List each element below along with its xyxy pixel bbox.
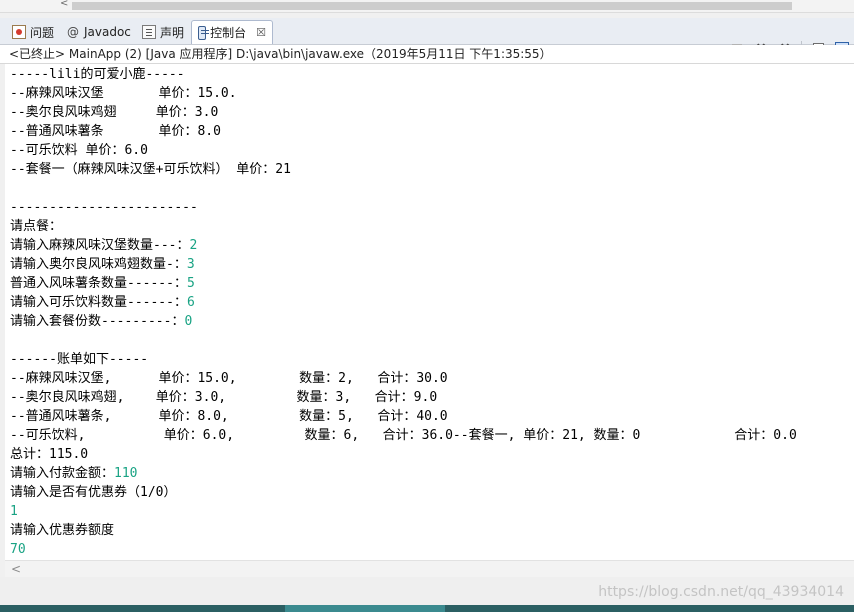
view-tab-bar: 问题 @ Javadoc 声明 控制台 ☒ ✖ ✖ [0, 18, 854, 58]
console-line: ------------------------ [10, 198, 198, 217]
console-line: --奥尔良风味鸡翅 单价：3.0 [10, 103, 218, 122]
console-line: 1 [10, 502, 18, 521]
console-text: 请输入优惠券额度 [10, 523, 115, 538]
console-line: 总计：115.0 [10, 445, 88, 464]
tab-label: 问题 [30, 25, 55, 40]
console-text: --奥尔良风味鸡翅 单价：3.0 [10, 105, 219, 120]
console-line: 请输入优惠券额度 [10, 521, 114, 540]
console-user-input: 5 [186, 276, 195, 291]
console-user-input: 0 [184, 314, 193, 329]
console-text: --麻辣风味汉堡 单价：15.0. [10, 86, 237, 101]
console-text: 请输入奥尔良风味鸡翅数量-： [10, 257, 187, 272]
tab-console[interactable]: 控制台 ☒ [191, 20, 273, 44]
console-user-input: 6 [186, 295, 195, 310]
console-user-input: 70 [10, 542, 26, 557]
javadoc-icon: @ [67, 25, 79, 39]
scrollbar-thumb[interactable] [72, 2, 792, 10]
console-user-input: 2 [189, 238, 198, 253]
console-line: 请输入套餐份数---------：0 [10, 312, 192, 331]
console-line: 70 [10, 540, 26, 559]
console-process-label: <已终止> MainApp (2) [Java 应用程序] D:\java\bi… [0, 45, 854, 64]
console-text: 请点餐： [10, 219, 63, 234]
tab-label: 声明 [160, 25, 185, 40]
console-text: --奥尔良风味鸡翅, 单价：3.0, 数量：3, 合计：9.0 [10, 390, 438, 405]
console-text: --普通风味薯条, 单价：8.0, 数量：5, 合计：40.0 [10, 409, 448, 424]
scroll-left-icon[interactable]: < [11, 561, 21, 577]
console-line: 请点餐： [10, 217, 62, 236]
taskbar-item[interactable] [285, 605, 445, 612]
console-line: --普通风味薯条 单价：8.0 [10, 122, 221, 141]
console-text: --可乐饮料, 单价：6.0, 数量：6, 合计：36.0--套餐一, 单价：2… [10, 428, 797, 443]
tab-problems[interactable]: 问题 [6, 20, 60, 44]
console-text: -----lili的可爱小鹿----- [10, 67, 185, 82]
scroll-left-icon[interactable]: < [60, 0, 68, 9]
watermark: https://blog.csdn.net/qq_43934014 [598, 584, 844, 600]
tab-declaration[interactable]: 声明 [136, 20, 190, 44]
tab-label: 控制台 [210, 26, 247, 40]
console-text: 请输入麻辣风味汉堡数量---： [10, 238, 190, 253]
console-line: 请输入麻辣风味汉堡数量---：2 [10, 236, 197, 255]
top-scrollbar[interactable]: < [0, 0, 854, 13]
problems-icon [12, 25, 26, 39]
console-text: 请输入可乐饮料数量------： [10, 295, 187, 310]
close-tab-icon[interactable]: ☒ [256, 26, 266, 39]
console-line: 请输入是否有优惠券（1/0） [10, 483, 176, 502]
taskbar [0, 605, 854, 612]
console-line: --可乐饮料 单价：6.0 [10, 141, 148, 160]
console-line: 普通入风味薯条数量------：5 [10, 274, 195, 293]
console-user-input: 3 [186, 257, 195, 272]
console-text: 请输入付款金额： [10, 466, 115, 481]
console-text: --普通风味薯条 单价：8.0 [10, 124, 221, 139]
console-text: 总计：115.0 [10, 447, 89, 462]
console-line: 请输入奥尔良风味鸡翅数量-：3 [10, 255, 195, 274]
console-text: 请输入套餐份数---------： [10, 314, 185, 329]
console-user-input: 110 [114, 466, 138, 481]
console-line: --套餐一（麻辣风味汉堡+可乐饮料） 单价：21 [10, 160, 291, 179]
console-text: 普通入风味薯条数量------： [10, 276, 187, 291]
horizontal-scrollbar[interactable]: < [5, 560, 854, 578]
console-line: ------账单如下----- [10, 350, 148, 369]
console-line: -----lili的可爱小鹿----- [10, 65, 185, 84]
console-text: --麻辣风味汉堡, 单价：15.0, 数量：2, 合计：30.0 [10, 371, 448, 386]
console-text: ------------------------ [10, 200, 198, 215]
console-line: --奥尔良风味鸡翅, 单价：3.0, 数量：3, 合计：9.0 [10, 388, 437, 407]
console-text: ------账单如下----- [10, 352, 149, 367]
console-line: --麻辣风味汉堡, 单价：15.0, 数量：2, 合计：30.0 [10, 369, 448, 388]
console-line: --普通风味薯条, 单价：8.0, 数量：5, 合计：40.0 [10, 407, 448, 426]
tab-label: Javadoc [84, 25, 131, 39]
console-text: --套餐一（麻辣风味汉堡+可乐饮料） 单价：21 [10, 162, 291, 177]
console-line: --麻辣风味汉堡 单价：15.0. [10, 84, 237, 103]
console-text: 请输入是否有优惠券（1/0） [10, 485, 177, 500]
console-output[interactable]: -----lili的可爱小鹿----- --麻辣风味汉堡 单价：15.0. --奥尔… [5, 64, 854, 560]
console-user-input: 1 [10, 504, 18, 519]
tab-javadoc[interactable]: @ Javadoc [60, 20, 137, 44]
declaration-icon [142, 25, 156, 39]
console-text: --可乐饮料 单价：6.0 [10, 143, 148, 158]
console-icon [198, 25, 210, 40]
console-line: 请输入可乐饮料数量------：6 [10, 293, 195, 312]
console-line: 请输入付款金额：110 [10, 464, 138, 483]
console-line: --可乐饮料, 单价：6.0, 数量：6, 合计：36.0--套餐一, 单价：2… [10, 426, 797, 445]
